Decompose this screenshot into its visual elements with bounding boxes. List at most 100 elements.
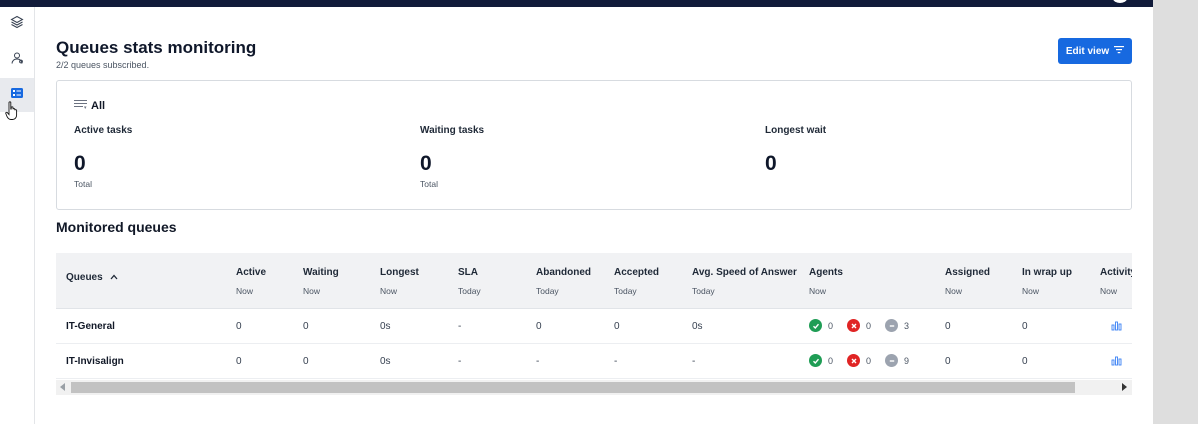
cell-waiting: 0 [303,321,309,332]
column-sub: Today [458,286,481,296]
column-sub: Now [1022,286,1040,296]
cell-abandoned: - [536,356,540,367]
cell-longest: 0s [380,321,391,332]
bar-chart-icon[interactable] [1111,320,1122,334]
filter-label: All [91,100,106,112]
stat-value: 0 [765,152,777,175]
stat-label: Longest wait [765,125,827,136]
column-label: Longest [380,267,419,278]
column-agents[interactable]: Agents Now [809,267,843,296]
scrollbar-thumb[interactable] [71,382,1075,393]
main-content: Queues stats monitoring 2/2 queues subsc… [35,7,1153,424]
column-longest[interactable]: Longest Now [380,267,419,296]
column-label: Assigned [945,267,991,278]
column-label: SLA [458,267,478,278]
column-sub: Today [536,286,559,296]
page-subtitle: 2/2 queues subscribed. [56,60,150,70]
cell-assigned: 0 [945,356,951,367]
scroll-right-icon[interactable] [1122,383,1127,391]
table-header: Queues Active Now Waiting Now Longest Now S… [56,253,1132,309]
stat-waiting-tasks: Waiting tasks 0 Total [420,125,484,189]
cell-abandoned: 0 [536,321,542,332]
layers-icon [10,15,24,34]
agents-offline-count: 3 [904,320,910,331]
stat-unit: Total [420,179,438,189]
cell-active: 0 [236,356,242,367]
cell-assigned: 0 [945,321,951,332]
avatar[interactable] [1113,0,1127,3]
column-active[interactable]: Active Now [236,267,266,296]
column-label: Active [236,267,267,278]
agents-available-count: 0 [828,355,834,366]
column-accepted[interactable]: Accepted Today [614,267,659,296]
check-icon [809,354,822,367]
queue-name: IT-General [66,321,115,332]
cell-wrap-up: 0 [1022,356,1028,367]
hand-cursor-icon [5,101,19,126]
queue-filter[interactable]: All [74,99,105,113]
sidebar [0,7,35,424]
list-icon [74,99,87,113]
column-sub: Now [1100,286,1118,296]
stat-active-tasks: Active tasks 0 Total [74,125,132,189]
column-sub: Now [380,286,398,296]
top-bar [0,0,1153,7]
column-sub: Now [809,286,827,296]
minus-icon [885,354,899,367]
stat-label: Active tasks [74,125,133,136]
table-row[interactable]: IT-Invisalign 0 0 0s - - - - 0 0 9 0 0 [56,344,1132,379]
column-label: In wrap up [1022,267,1072,278]
cell-wrap-up: 0 [1022,321,1028,332]
cell-avg-speed: 0s [692,321,703,332]
agents-summary: 0 0 3 [809,319,923,332]
window-background [1153,0,1198,424]
column-label: Abandoned [536,267,591,278]
sidebar-item-agent-status[interactable] [0,43,34,77]
column-sub: Now [945,286,963,296]
column-label: Activity [1100,267,1132,278]
column-avg-speed-of-answer[interactable]: Avg. Speed of Answer Today [692,267,797,296]
edit-view-button[interactable]: Edit view [1058,38,1132,64]
agent-status-icon [10,51,24,70]
cell-accepted: - [614,356,618,367]
column-label: Avg. Speed of Answer [692,267,797,278]
column-abandoned[interactable]: Abandoned Today [536,267,591,296]
column-label: Waiting [303,267,339,278]
cell-active: 0 [236,321,242,332]
stat-value: 0 [74,152,86,175]
check-icon [809,319,822,332]
table-row[interactable]: IT-General 0 0 0s - 0 0 0s 0 0 3 0 0 [56,309,1132,344]
stat-unit: Total [74,179,92,189]
agents-offline-count: 9 [904,355,910,366]
edit-view-label: Edit view [1065,45,1110,57]
column-label: Queues [66,272,103,283]
sort-ascending-icon [110,267,118,285]
agents-available-count: 0 [828,320,834,331]
stat-value: 0 [420,152,432,175]
horizontal-scrollbar[interactable] [56,380,1132,395]
column-queues[interactable]: Queues [66,267,118,285]
page-title: Queues stats monitoring [56,38,257,57]
column-assigned[interactable]: Assigned Now [945,267,990,296]
stat-label: Waiting tasks [420,125,485,136]
cell-waiting: 0 [303,356,309,367]
sidebar-item-layers[interactable] [0,7,34,41]
column-sub: Today [692,286,715,296]
column-sub: Today [614,286,637,296]
bar-chart-icon[interactable] [1111,355,1122,369]
column-sub: Now [236,286,254,296]
summary-card: All Active tasks 0 Total Waiting tasks 0… [56,80,1132,210]
minus-icon [885,319,899,332]
column-label: Agents [809,267,843,278]
column-waiting[interactable]: Waiting Now [303,267,339,296]
column-activity[interactable]: Activity Now [1100,267,1132,296]
queue-name: IT-Invisalign [66,356,124,367]
column-sla[interactable]: SLA Today [458,267,481,296]
monitored-queues-table: Queues Active Now Waiting Now Longest Now S… [56,253,1132,397]
column-in-wrap-up[interactable]: In wrap up Now [1022,267,1072,296]
scroll-left-icon[interactable] [60,383,65,391]
agents-unavailable-count: 0 [866,320,872,331]
cell-sla: - [458,356,462,367]
agents-unavailable-count: 0 [866,355,872,366]
section-title: Monitored queues [56,219,177,235]
